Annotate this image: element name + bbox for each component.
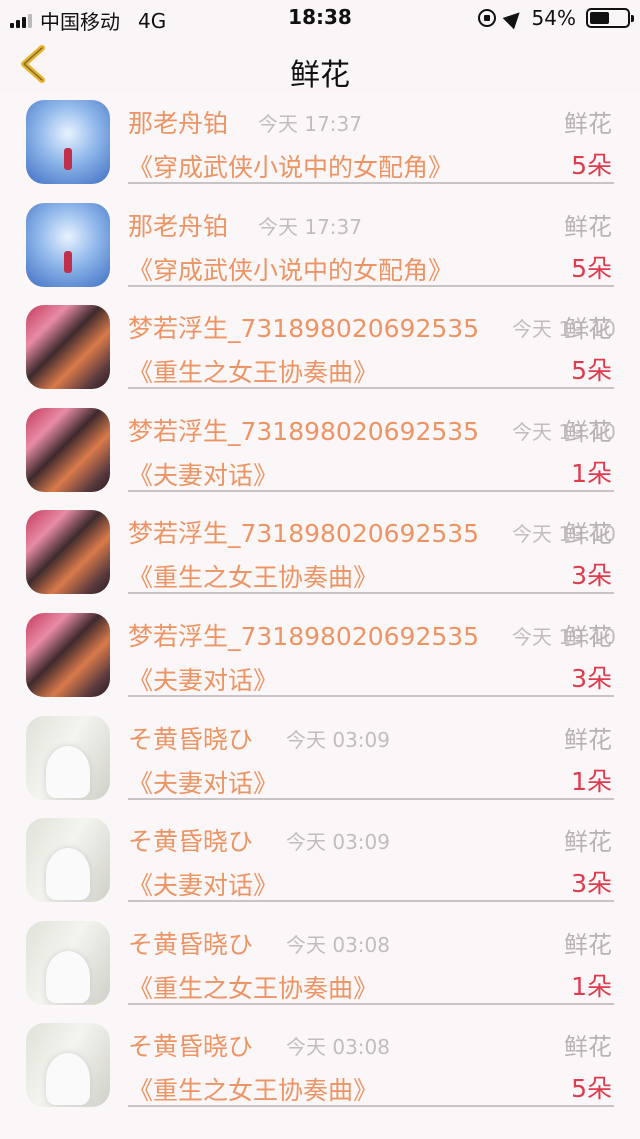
- gift-type: 鲜花: [564, 622, 612, 651]
- gift-count: 5朵: [571, 356, 612, 386]
- book-title[interactable]: 《夫妻对话》: [128, 661, 278, 697]
- avatar[interactable]: [26, 305, 110, 390]
- book-title[interactable]: 《夫妻对话》: [128, 866, 278, 902]
- gift-time: 今天 17:37: [258, 214, 362, 239]
- gift-time: 今天 03:09: [286, 830, 390, 855]
- sender-name[interactable]: 梦若浮生_731898020692535: [128, 617, 479, 653]
- sender-name[interactable]: 那老舟铂: [128, 104, 228, 140]
- book-title[interactable]: 《穿成武侠小说中的女配角》: [128, 148, 453, 184]
- divider: [128, 387, 614, 390]
- gift-count: 3朵: [571, 663, 612, 693]
- book-title[interactable]: 《重生之女王协奏曲》: [128, 1071, 378, 1107]
- gift-count: 3朵: [571, 561, 612, 591]
- orientation-lock-icon: [477, 9, 496, 27]
- gift-type: 鲜花: [564, 520, 612, 549]
- avatar[interactable]: [26, 715, 110, 800]
- sender-name[interactable]: 梦若浮生_731898020692535: [128, 514, 479, 550]
- book-title[interactable]: 《重生之女王协奏曲》: [128, 353, 378, 389]
- gift-count: 1朵: [571, 766, 612, 796]
- sender-name[interactable]: 那老舟铂: [128, 207, 228, 243]
- divider: [128, 284, 614, 287]
- gift-time: 今天 03:08: [286, 932, 390, 957]
- list-item[interactable]: そ黄昏晓ひ 今天 03:08 鲜花《重生之女王协奏曲》 1朵: [0, 913, 640, 1016]
- avatar[interactable]: [26, 407, 110, 492]
- gift-count: 5朵: [571, 1074, 612, 1104]
- list-item[interactable]: 梦若浮生_731898020692535 今天 19:10 鲜花 《夫妻对话》 1朵: [0, 400, 640, 503]
- divider: [128, 797, 614, 800]
- avatar[interactable]: [26, 612, 110, 697]
- avatar[interactable]: [26, 100, 110, 184]
- page-title: 鲜花: [290, 58, 350, 93]
- gift-type: 鲜花: [564, 725, 612, 754]
- flower-gift-list[interactable]: 那老舟铂 今天 17:37 鲜花 《穿成武侠小说中的女配角》 5朵 那老舟铂 今天 17:3…: [0, 92, 640, 1118]
- gift-time: 今天 17:37: [258, 112, 362, 136]
- list-item[interactable]: 梦若浮生_731898020692535 今天 19:10 鲜花 《夫妻对话》 3朵: [0, 605, 640, 708]
- nav-bar: 鲜花: [0, 36, 640, 93]
- list-item[interactable]: 那老舟铂 今天 17:37 鲜花《穿成武侠小说中的女配角》 5朵: [0, 195, 640, 298]
- battery-percent: 54%: [531, 6, 576, 30]
- gift-time: 今天 03:09: [286, 727, 390, 752]
- divider: [128, 694, 614, 697]
- avatar[interactable]: [26, 1023, 110, 1108]
- avatar[interactable]: [26, 510, 110, 595]
- avatar[interactable]: [26, 202, 110, 287]
- divider: [128, 592, 614, 595]
- avatar[interactable]: [26, 818, 110, 903]
- sender-name[interactable]: そ黄昏晓ひ: [128, 822, 253, 858]
- location-arrow-icon: [502, 6, 525, 30]
- battery-icon: [586, 8, 634, 28]
- divider: [128, 1002, 614, 1005]
- book-title[interactable]: 《重生之女王协奏曲》: [128, 969, 378, 1005]
- book-title[interactable]: 《夫妻对话》: [128, 456, 278, 492]
- book-title[interactable]: 《重生之女王协奏曲》: [128, 558, 378, 594]
- sender-name[interactable]: そ黄昏晓ひ: [128, 925, 253, 961]
- divider: [128, 900, 614, 903]
- list-item[interactable]: そ黄昏晓ひ 今天 03:09 鲜花《夫妻对话》 3朵: [0, 810, 640, 913]
- gift-type: 鲜花: [564, 828, 612, 857]
- book-title[interactable]: 《夫妻对话》: [128, 764, 278, 800]
- gift-time: 今天 03:08: [286, 1035, 390, 1060]
- battery-fill: [590, 12, 610, 24]
- divider: [128, 182, 614, 184]
- gift-type: 鲜花: [564, 930, 612, 959]
- book-title[interactable]: 《穿成武侠小说中的女配角》: [128, 251, 453, 287]
- gift-type: 鲜花: [564, 1033, 612, 1062]
- sender-name[interactable]: 梦若浮生_731898020692535: [128, 309, 479, 345]
- status-bar: 中国移动 4G 18:38 54%: [0, 0, 640, 36]
- list-item[interactable]: そ黄昏晓ひ 今天 03:08 鲜花《重生之女王协奏曲》 5朵: [0, 1015, 640, 1118]
- gift-count: 5朵: [571, 253, 612, 283]
- list-item[interactable]: そ黄昏晓ひ 今天 03:09 鲜花《夫妻对话》 1朵: [0, 708, 640, 811]
- divider: [128, 1105, 614, 1108]
- sender-name[interactable]: そ黄昏晓ひ: [128, 1027, 253, 1063]
- gift-type: 鲜花: [564, 315, 612, 344]
- gift-count: 3朵: [571, 869, 612, 899]
- sender-name[interactable]: そ黄昏晓ひ: [128, 720, 253, 756]
- divider: [128, 489, 614, 492]
- gift-count: 1朵: [571, 458, 612, 488]
- sender-name[interactable]: 梦若浮生_731898020692535: [128, 412, 479, 448]
- gift-count: 1朵: [571, 971, 612, 1001]
- gift-type: 鲜花: [564, 417, 612, 446]
- list-item[interactable]: 梦若浮生_731898020692535 今天 19:10 鲜花 《重生之女王协奏曲》…: [0, 502, 640, 605]
- gift-count: 5朵: [571, 151, 612, 180]
- list-item[interactable]: 梦若浮生_731898020692535 今天 19:10 鲜花 《重生之女王协奏曲》…: [0, 297, 640, 400]
- list-item[interactable]: 那老舟铂 今天 17:37 鲜花《穿成武侠小说中的女配角》 5朵: [0, 92, 640, 195]
- gift-type: 鲜花: [564, 212, 612, 241]
- status-right: 54%: [477, 6, 634, 30]
- gift-type: 鲜花: [564, 110, 612, 138]
- avatar[interactable]: [26, 920, 110, 1005]
